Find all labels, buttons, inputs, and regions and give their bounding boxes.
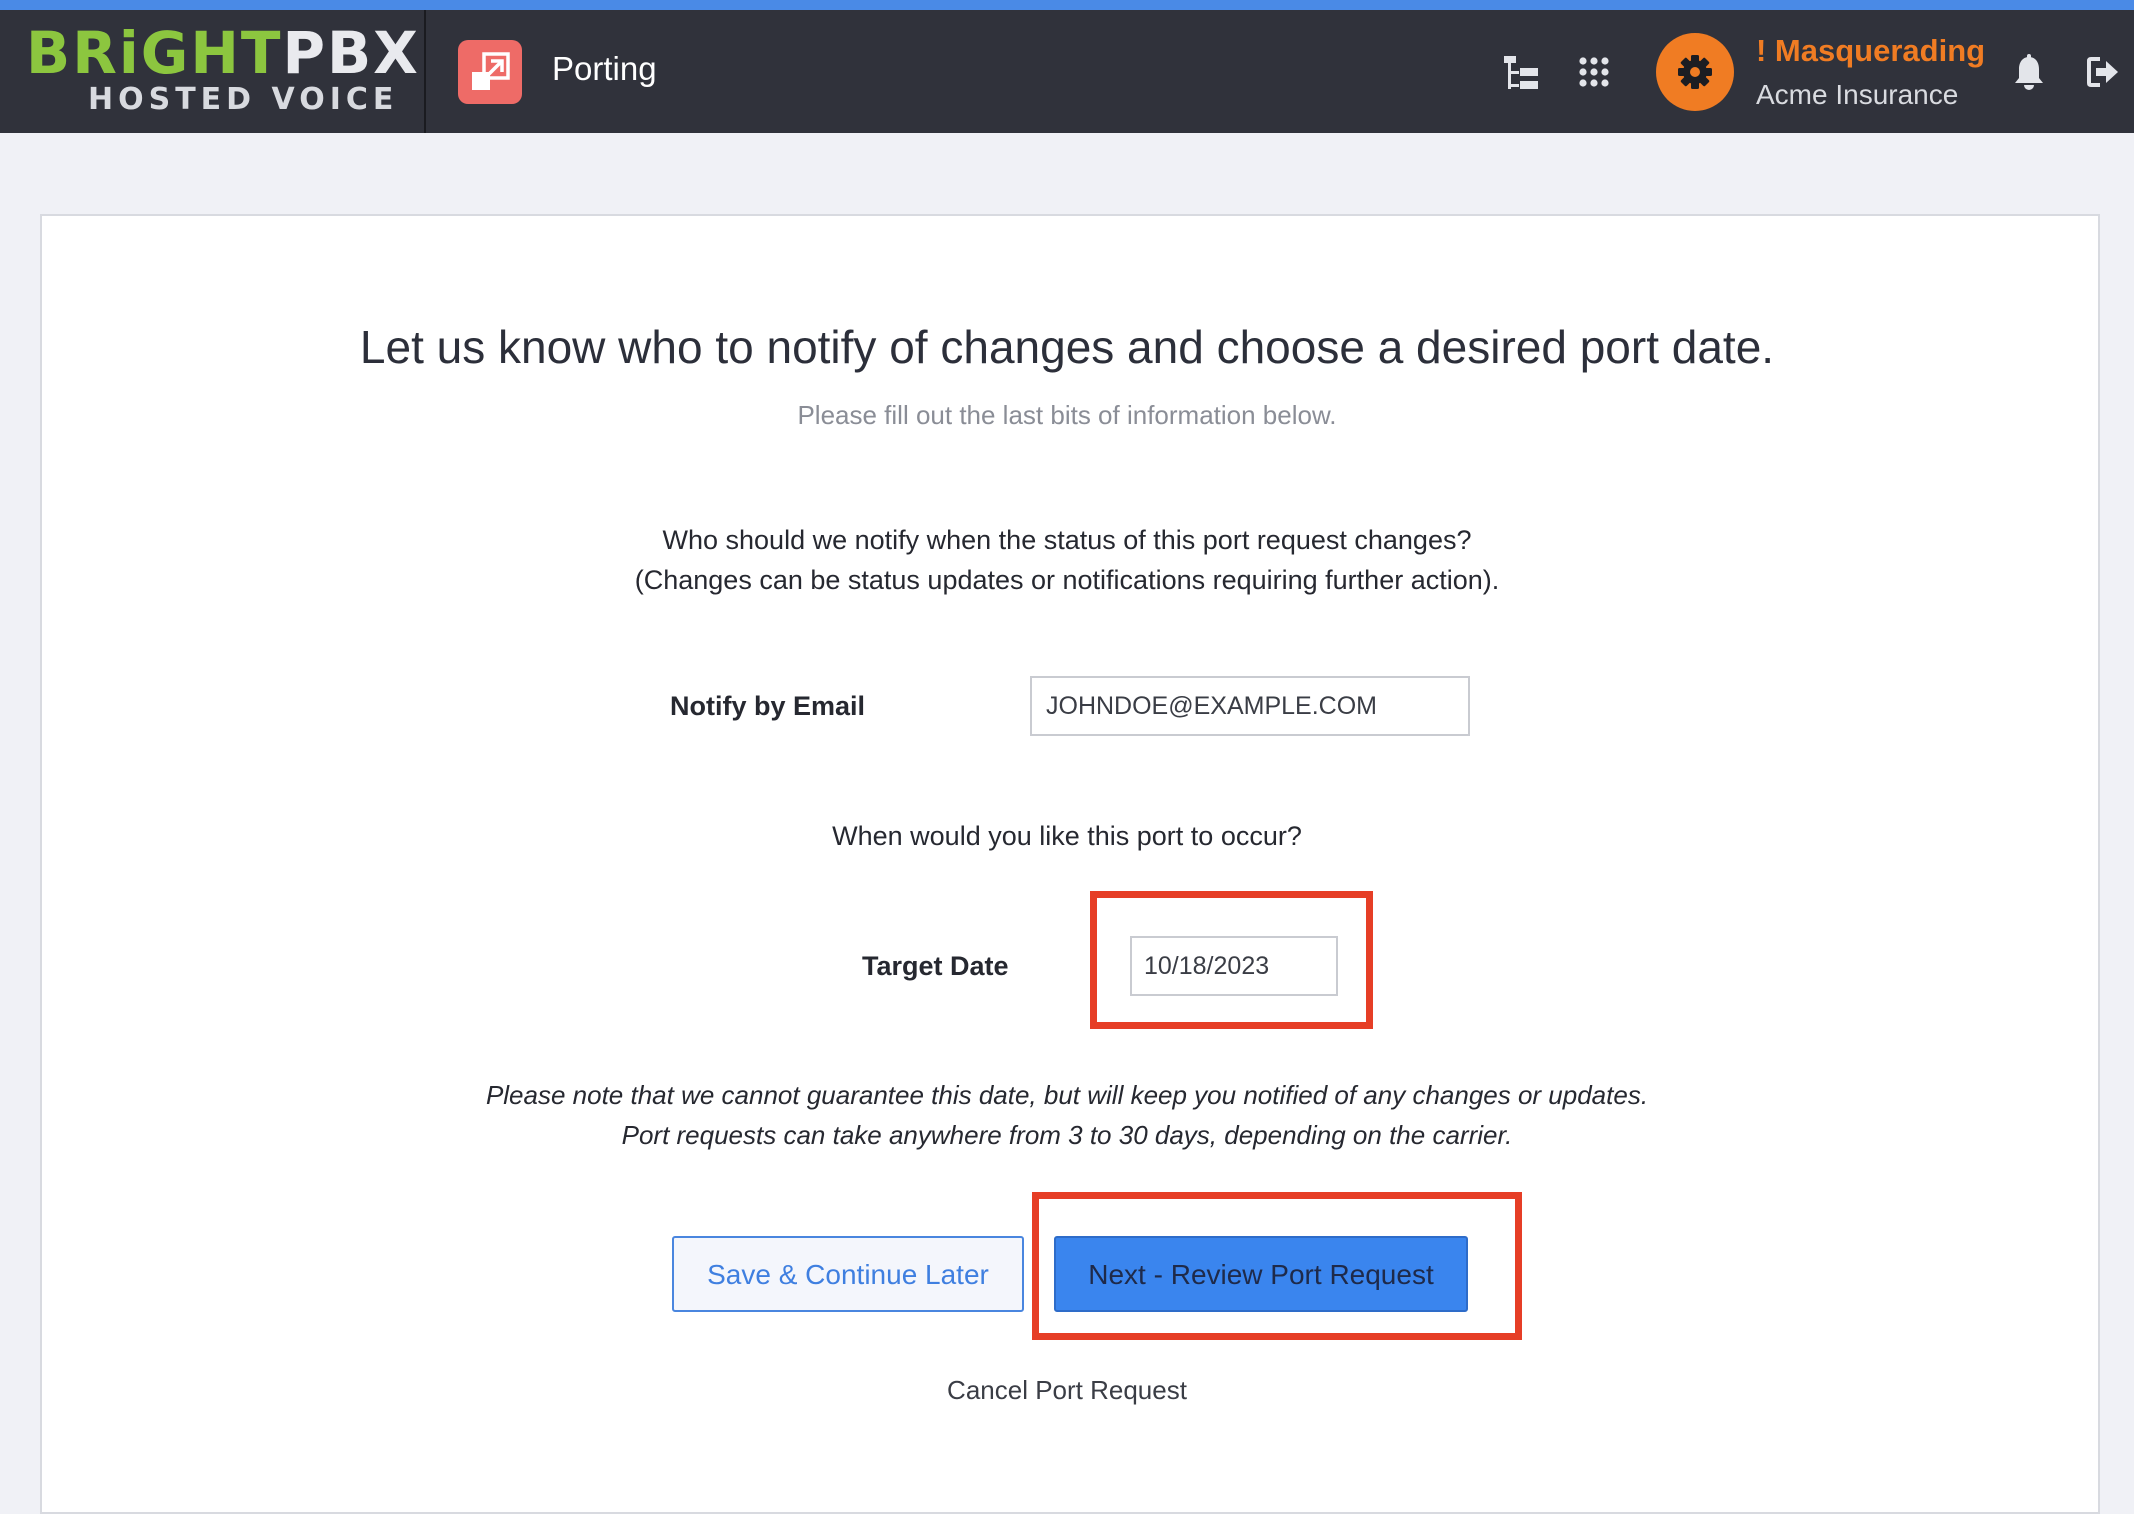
logout-icon[interactable]: [2086, 55, 2120, 89]
page-title: Let us know who to notify of changes and…: [359, 321, 1775, 373]
brand-wordmark: BRiGHTPBX: [26, 24, 420, 82]
settings-badge[interactable]: [1656, 33, 1734, 111]
disclaimer-line1: Please note that we cannot guarantee thi…: [485, 1080, 1649, 1110]
top-accent-strip: [0, 0, 2134, 10]
app-title: Porting: [552, 50, 657, 87]
bell-icon[interactable]: [2012, 54, 2046, 92]
masquerade-label[interactable]: ! Masquerading: [1756, 32, 1985, 69]
cancel-link-row: Cancel Port Request: [0, 1375, 2134, 1406]
disclaimer-line2: Port requests can take anywhere from 3 t…: [621, 1120, 1513, 1150]
porting-arrow-icon[interactable]: [458, 40, 522, 104]
brand-name-part1: BRiGHT: [26, 19, 283, 87]
hierarchy-icon[interactable]: [1502, 54, 1542, 94]
page-subtitle: Please fill out the last bits of informa…: [797, 400, 1337, 430]
cancel-port-request-link[interactable]: Cancel Port Request: [947, 1375, 1187, 1405]
apps-grid-icon[interactable]: [1578, 56, 1610, 88]
notify-email-field[interactable]: [1030, 676, 1470, 736]
brand-tagline: HOSTED VOICE: [88, 82, 399, 117]
brand-logo[interactable]: BRiGHTPBX HOSTED VOICE: [0, 10, 426, 133]
notify-email-label: Notify by Email: [670, 691, 866, 721]
date-question: When would you like this port to occur?: [832, 821, 1302, 851]
notify-question-line1: Who should we notify when the status of …: [662, 525, 1472, 555]
target-date-field[interactable]: [1130, 936, 1338, 996]
target-date-label: Target Date: [862, 951, 1009, 981]
top-navbar: BRiGHTPBX HOSTED VOICE Porting ! Masquer…: [0, 10, 2134, 133]
brand-name-part2: PBX: [282, 19, 420, 87]
next-review-port-request-button[interactable]: Next - Review Port Request: [1054, 1236, 1468, 1312]
company-name: Acme Insurance: [1756, 79, 1959, 110]
save-continue-later-button[interactable]: Save & Continue Later: [672, 1236, 1024, 1312]
date-disclaimer: Please note that we cannot guarantee thi…: [0, 1075, 2134, 1155]
notify-question-line2: (Changes can be status updates or notifi…: [634, 565, 1500, 595]
notify-question: Who should we notify when the status of …: [0, 520, 2134, 600]
gear-icon: [1678, 55, 1712, 89]
